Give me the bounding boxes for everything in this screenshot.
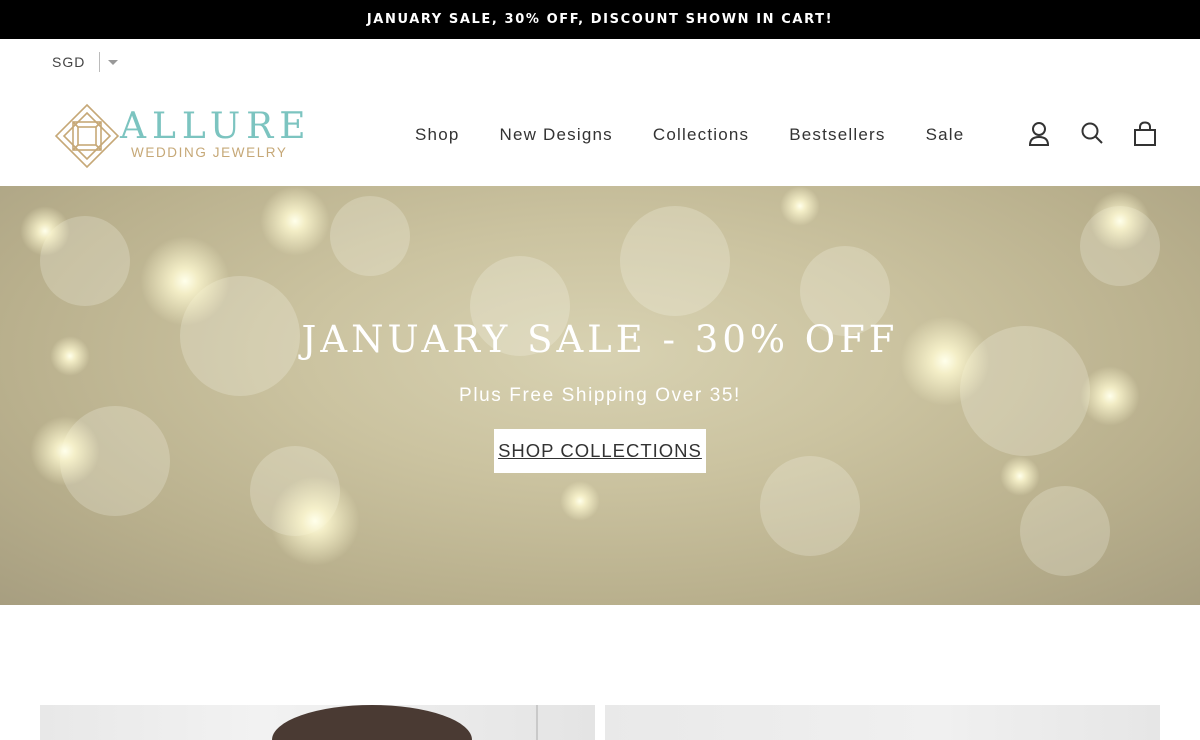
- nav-new-designs[interactable]: New Designs: [500, 124, 613, 148]
- nav-bestsellers[interactable]: Bestsellers: [789, 124, 885, 148]
- hero-title: JANUARY SALE - 30% OFF: [301, 318, 899, 361]
- hero-sparkle: [780, 186, 820, 226]
- hero-bokeh: [1020, 486, 1110, 576]
- chevron-down-icon: [108, 59, 119, 65]
- hero-sparkle: [1090, 191, 1150, 251]
- account-icon[interactable]: [1027, 121, 1051, 147]
- hero-subtitle: Plus Free Shipping Over 35!: [459, 385, 741, 406]
- announcement-text: JANUARY SALE, 30% OFF, DISCOUNT SHOWN IN…: [366, 12, 834, 27]
- search-icon[interactable]: [1080, 121, 1104, 147]
- hero-banner: JANUARY SALE - 30% OFF Plus Free Shippin…: [0, 186, 1200, 605]
- main-nav: Shop New Designs Collections Bestsellers…: [415, 124, 1004, 148]
- hero-bokeh: [330, 196, 410, 276]
- logo-tagline: WEDDING JEWELRY: [131, 145, 288, 160]
- announcement-bar: JANUARY SALE, 30% OFF, DISCOUNT SHOWN IN…: [0, 0, 1200, 39]
- nav-sale[interactable]: Sale: [926, 124, 965, 148]
- logo-diamond-icon: [54, 103, 120, 169]
- hero-sparkle: [560, 481, 600, 521]
- currency-selector[interactable]: SGD: [52, 51, 119, 73]
- hero-sparkle: [20, 206, 70, 256]
- logo-brand-text: ALLURE: [120, 106, 312, 147]
- hero-sparkle: [1000, 456, 1040, 496]
- cart-icon[interactable]: [1133, 121, 1157, 147]
- hero-sparkle: [260, 186, 330, 256]
- nav-collections[interactable]: Collections: [653, 124, 749, 148]
- currency-value: SGD: [52, 54, 86, 70]
- nav-shop[interactable]: Shop: [415, 124, 460, 148]
- model-photo-hair: [272, 705, 472, 740]
- hero-sparkle: [270, 476, 360, 566]
- shop-collections-button[interactable]: SHOP COLLECTIONS: [494, 429, 706, 473]
- hero-sparkle: [30, 416, 100, 486]
- hero-bokeh: [760, 456, 860, 556]
- hero-bokeh: [620, 206, 730, 316]
- photo-edge-line: [536, 705, 538, 740]
- header-icons: [1027, 121, 1186, 147]
- product-card-image[interactable]: [605, 705, 1160, 740]
- product-card-image[interactable]: [40, 705, 595, 740]
- site-logo[interactable]: ALLURE WEDDING JEWELRY: [54, 103, 324, 169]
- currency-divider: [99, 52, 101, 72]
- hero-sparkle: [140, 236, 230, 326]
